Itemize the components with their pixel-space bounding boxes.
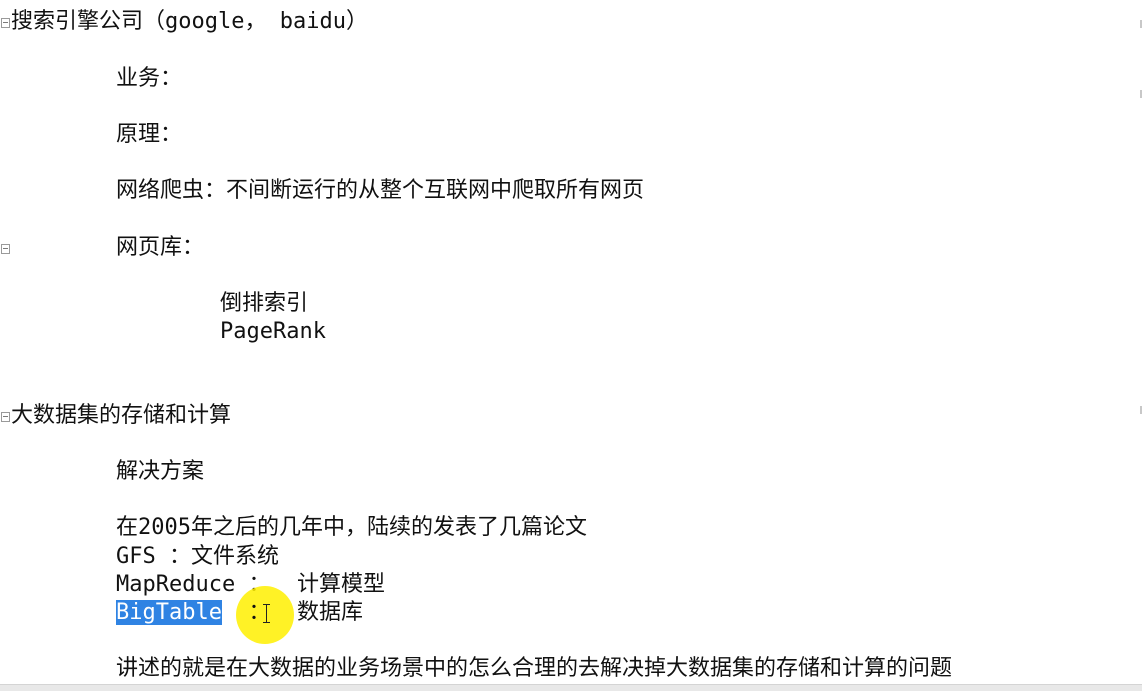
text-editor[interactable]: 搜索引擎公司（google， baidu） 业务： 原理： 网络爬虫：不间断运行… (0, 0, 1142, 684)
solution-label: 解决方案 (116, 459, 205, 484)
business-label: 业务： (116, 66, 183, 91)
gfs-line: GFS ：文件系统 (116, 544, 279, 569)
inverted-index-line: 倒排索引 (220, 291, 309, 316)
heading-search-companies: 搜索引擎公司（google， baidu） (11, 9, 368, 34)
principle-label: 原理： (116, 122, 183, 147)
fold-collapse-icon[interactable] (1, 412, 10, 422)
heading-bigdata-storage: 大数据集的存储和计算 (11, 403, 232, 428)
fold-collapse-icon[interactable] (1, 18, 10, 28)
pagerank-line: PageRank (220, 319, 326, 344)
bigtable-line: BigTable ： 数据库 (116, 599, 363, 627)
crawler-line: 网络爬虫：不间断运行的从整个互联网中爬取所有网页 (116, 178, 645, 203)
summary-line: 讲述的就是在大数据的业务场景中的怎么合理的去解决掉大数据集的存储和计算的问题 (116, 656, 953, 681)
bigtable-desc: ： 数据库 (221, 600, 363, 625)
papers-intro-line: 在2005年之后的几年中，陆续的发表了几篇论文 (116, 515, 587, 540)
webdb-label: 网页库： (116, 235, 205, 260)
fold-collapse-icon[interactable] (1, 244, 10, 254)
selected-text[interactable]: BigTable (116, 600, 222, 625)
horizontal-scrollbar[interactable] (0, 684, 1142, 691)
text-cursor-icon (263, 604, 270, 623)
